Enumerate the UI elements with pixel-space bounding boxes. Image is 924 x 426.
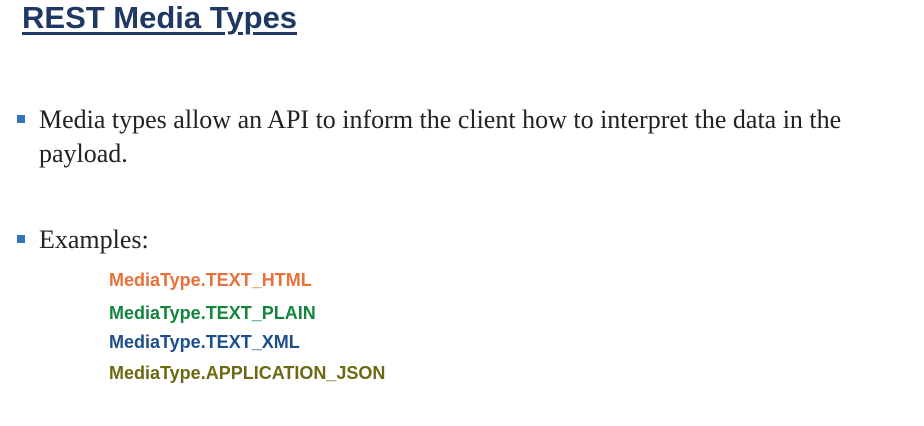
slide-title: REST Media Types xyxy=(22,0,298,35)
square-bullet-icon xyxy=(17,235,25,243)
example-media-type-application-json: MediaType.APPLICATION_JSON xyxy=(109,363,386,383)
example-media-type-text-html: MediaType.TEXT_HTML xyxy=(109,270,312,290)
square-bullet-icon xyxy=(17,115,25,123)
example-media-type-text-plain: MediaType.TEXT_PLAIN xyxy=(109,303,316,323)
bullet-text: Media types allow an API to inform the c… xyxy=(39,105,842,168)
example-media-type-text-xml: MediaType.TEXT_XML xyxy=(109,332,300,352)
bullet-text: Examples: xyxy=(39,225,149,254)
